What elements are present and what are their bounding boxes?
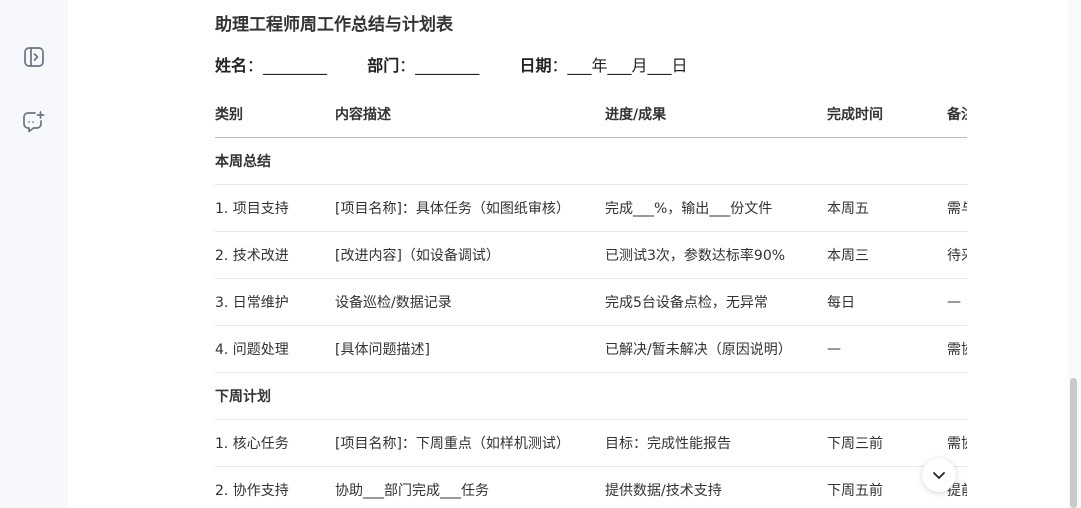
header-category: 类别	[215, 90, 335, 138]
cell-remarks: 需协	[947, 419, 967, 467]
cell-deadline: 下周三前	[827, 419, 947, 467]
cell-description: [项目名称]：具体任务（如图纸审核）	[335, 184, 605, 232]
cell-description: 协助___部门完成___任务	[335, 466, 605, 508]
section-row-next-week: 下周计划	[215, 372, 967, 420]
header-deadline: 完成时间	[827, 90, 947, 138]
cell-category: 2. 协作支持	[215, 466, 335, 508]
section-title: 本周总结	[215, 137, 967, 185]
cell-deadline: 本周五	[827, 184, 947, 232]
name-value: ：________	[247, 56, 328, 75]
table-row: 1. 核心任务 [项目名称]：下周重点（如样机测试） 目标：完成性能报告 下周三…	[215, 419, 967, 467]
cell-deadline: —	[827, 325, 947, 373]
chat-content: 助理工程师周工作总结与计划表 姓名：________ 部门：________ 日…	[68, 0, 1068, 508]
cell-remarks: 需与	[947, 184, 967, 232]
table-row: 3. 日常维护 设备巡检/数据记录 完成5台设备点检，无异常 每日 —	[215, 278, 967, 326]
table-row: 2. 技术改进 [改进内容]（如设备调试） 已测试3次，参数达标率90% 本周三…	[215, 231, 967, 279]
cell-category: 2. 技术改进	[215, 231, 335, 279]
date-value: ：___年___月___日	[551, 56, 688, 75]
collapse-panel-icon[interactable]	[20, 43, 48, 71]
cell-description: 设备巡检/数据记录	[335, 278, 605, 326]
section-title: 下周计划	[215, 372, 967, 420]
sidebar	[0, 0, 68, 508]
cell-progress: 已测试3次，参数达标率90%	[605, 231, 827, 279]
cell-category: 1. 核心任务	[215, 419, 335, 467]
cell-remarks: 待采	[947, 231, 967, 279]
scroll-to-bottom-button[interactable]	[922, 458, 956, 492]
cell-deadline: 每日	[827, 278, 947, 326]
form-meta-line: 姓名：________ 部门：________ 日期：___年___月___日	[215, 52, 687, 76]
cell-category: 1. 项目支持	[215, 184, 335, 232]
scrollbar-thumb[interactable]	[1070, 378, 1077, 508]
date-label: 日期	[519, 56, 552, 75]
cell-deadline: 本周三	[827, 231, 947, 279]
cell-remarks: 需协	[947, 325, 967, 373]
chevron-down-icon	[933, 472, 945, 479]
table-row: 2. 协作支持 协助___部门完成___任务 提供数据/技术支持 下周五前 提前	[215, 466, 967, 508]
table-row: 1. 项目支持 [项目名称]：具体任务（如图纸审核） 完成___%，输出___份…	[215, 184, 967, 232]
cell-progress: 已解决/暂未解决（原因说明）	[605, 325, 827, 373]
header-description: 内容描述	[335, 90, 605, 138]
dept-value: ：________	[399, 56, 480, 75]
table-row: 4. 问题处理 [具体问题描述] 已解决/暂未解决（原因说明） — 需协	[215, 325, 967, 373]
page-scrollbar[interactable]	[1068, 0, 1081, 508]
cell-description: [项目名称]：下周重点（如样机测试）	[335, 419, 605, 467]
cell-progress: 完成___%，输出___份文件	[605, 184, 827, 232]
cell-progress: 完成5台设备点检，无异常	[605, 278, 827, 326]
cell-description: [改进内容]（如设备调试）	[335, 231, 605, 279]
cell-remarks: —	[947, 278, 967, 326]
new-chat-icon[interactable]	[20, 108, 48, 136]
cell-description: [具体问题描述]	[335, 325, 605, 373]
cell-progress: 目标：完成性能报告	[605, 419, 827, 467]
dept-label: 部门	[367, 56, 400, 75]
header-progress: 进度/成果	[605, 90, 827, 138]
cell-category: 3. 日常维护	[215, 278, 335, 326]
cell-category: 4. 问题处理	[215, 325, 335, 373]
section-row-this-week: 本周总结	[215, 137, 967, 185]
document-title: 助理工程师周工作总结与计划表	[215, 15, 453, 35]
name-label: 姓名	[215, 56, 248, 75]
document-card: 助理工程师周工作总结与计划表 姓名：________ 部门：________ 日…	[215, 0, 967, 508]
work-plan-table: 类别 内容描述 进度/成果 完成时间 备注 本周总结 1. 项目支持 [项目名称…	[215, 90, 967, 508]
cell-progress: 提供数据/技术支持	[605, 466, 827, 508]
table-header-row: 类别 内容描述 进度/成果 完成时间 备注	[215, 90, 967, 138]
header-remarks: 备注	[947, 90, 967, 138]
